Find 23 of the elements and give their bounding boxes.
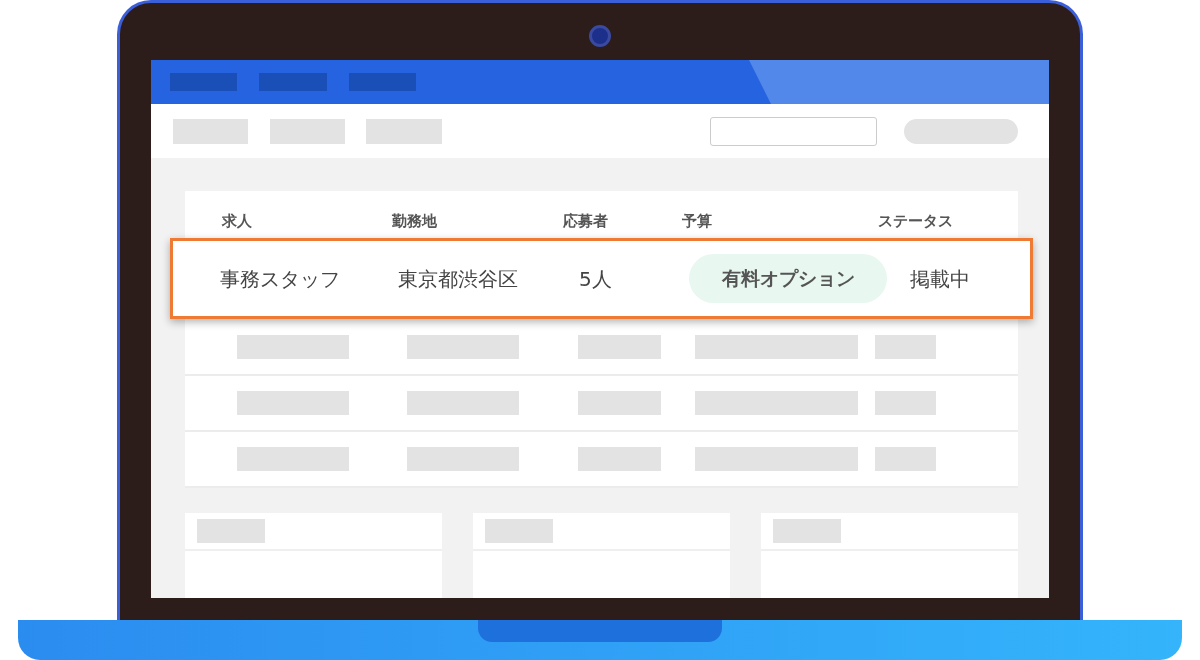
skeleton-bar (875, 390, 936, 415)
skeleton-bar (197, 519, 265, 543)
skeleton-bar (875, 446, 936, 471)
search-field[interactable] (710, 116, 877, 146)
skeleton-bar (485, 519, 553, 543)
option-badge: 有料オプション (689, 254, 887, 303)
camera-icon (589, 25, 611, 47)
table-row[interactable]: 事務スタッフ 東京都渋谷区 5人 有料オプション 掲載中 (170, 238, 1033, 320)
column-header: 求人 (222, 212, 252, 230)
skeleton-bar (773, 519, 841, 543)
table-cell: 事務スタッフ (220, 266, 340, 291)
skeleton-bar (875, 334, 936, 359)
table-cell: 掲載中 (910, 266, 970, 291)
column-header: 応募者 (563, 212, 608, 230)
nav-placeholder (259, 73, 327, 91)
column-header: 勤務地 (392, 212, 437, 230)
nav-placeholder (170, 73, 237, 91)
column-header: ステータス (878, 212, 953, 230)
column-header: 予算 (682, 212, 712, 230)
table-cell: 5人 (579, 266, 612, 291)
nav-placeholder (349, 73, 416, 91)
table-cell: 東京都渋谷区 (398, 266, 518, 291)
button-placeholder[interactable] (904, 118, 1018, 144)
